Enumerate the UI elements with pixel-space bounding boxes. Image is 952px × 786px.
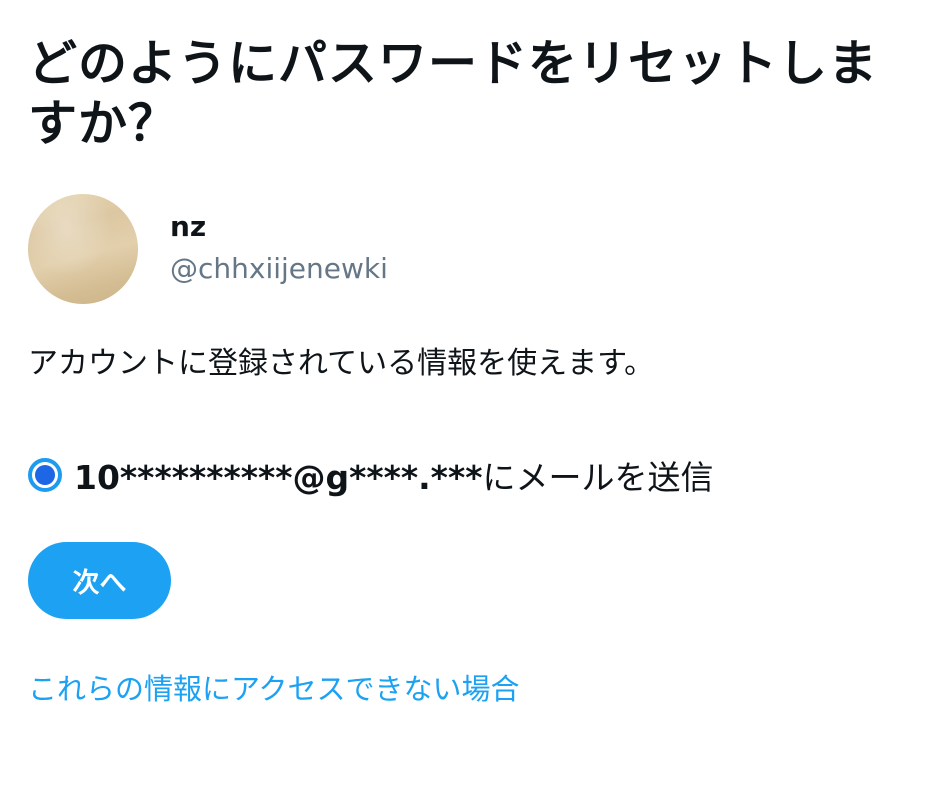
reset-option-label[interactable]: 10**********@g****.***にメールを送信 xyxy=(74,451,713,499)
account-info: nz @chhxiijenewki xyxy=(28,194,628,306)
option-action-text: にメールを送信 xyxy=(482,458,714,497)
account-handle: @chhxiijenewki xyxy=(170,252,388,285)
cannot-access-link[interactable]: これらの情報にアクセスできない場合 xyxy=(28,666,520,708)
radio-dot xyxy=(35,465,55,485)
radio-selected-icon[interactable] xyxy=(28,458,62,492)
next-button[interactable]: 次へ xyxy=(28,542,171,619)
avatar xyxy=(28,194,138,304)
masked-email: 10**********@g****.*** xyxy=(74,458,483,497)
reset-option-email[interactable]: 10**********@g****.***にメールを送信 xyxy=(28,455,713,497)
description-text: アカウントに登録されている情報を使えます。 xyxy=(28,346,655,381)
page-title: どのようにパスワードをリセットしますか？ xyxy=(28,35,879,152)
account-name: nz xyxy=(170,210,207,243)
